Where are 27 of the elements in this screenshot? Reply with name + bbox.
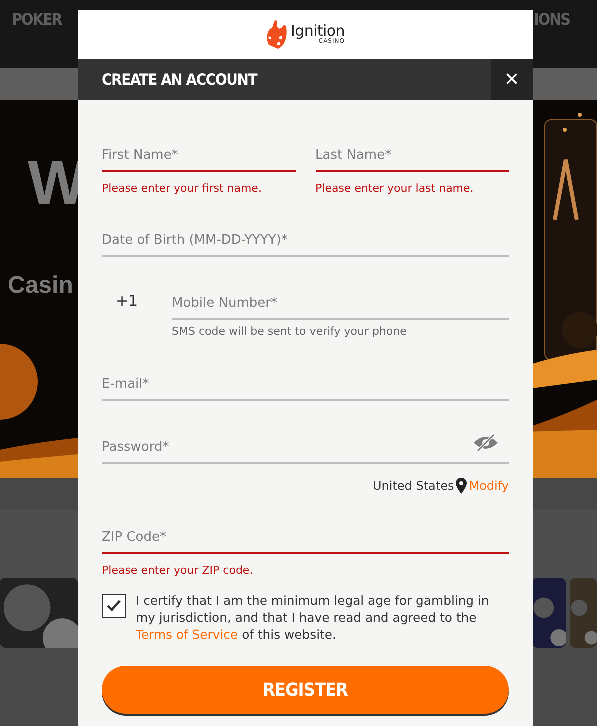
input-field[interactable]: E-mail* [102, 369, 509, 401]
nav-item[interactable]: IONS [534, 10, 570, 29]
input-field[interactable]: Mobile Number* [172, 288, 509, 320]
country-label: United States [372, 479, 454, 493]
close-button[interactable]: × [491, 59, 533, 100]
checkbox[interactable] [102, 594, 126, 618]
modify-link[interactable]: Modify [469, 479, 509, 493]
error-message: Please enter your last name. [316, 182, 475, 195]
checkmark-icon [106, 599, 122, 613]
logo-name: Ignition [291, 24, 345, 39]
eye-slash-icon[interactable] [473, 434, 499, 452]
input-field[interactable]: ZIP Code* [102, 522, 509, 554]
input-field[interactable]: First Name* [102, 140, 296, 172]
terms-link[interactable]: Terms of Service [136, 627, 238, 642]
logo-icon [266, 20, 288, 50]
location-pin-icon [456, 478, 468, 494]
consent-text: I certify that I am the minimum legal age for gambling in my jurisdiction, and that I have read and agreed to the Terms of Service of this website. [136, 592, 490, 643]
hero-text: Casin [8, 272, 74, 300]
hint-text: SMS code will be sent to verify your phone [172, 325, 408, 338]
nav-item[interactable]: POKER [12, 10, 62, 29]
register-button[interactable]: REGISTER [102, 666, 509, 714]
country-code: +1 [114, 291, 140, 310]
input-field[interactable]: Date of Birth (MM-DD-YYYY)* [102, 225, 509, 257]
error-message: Please enter your ZIP code. [102, 564, 254, 577]
input-field[interactable]: Last Name* [316, 140, 509, 172]
modal-title: CREATE AN ACCOUNT [101, 70, 259, 90]
error-message: Please enter your first name. [102, 182, 263, 195]
